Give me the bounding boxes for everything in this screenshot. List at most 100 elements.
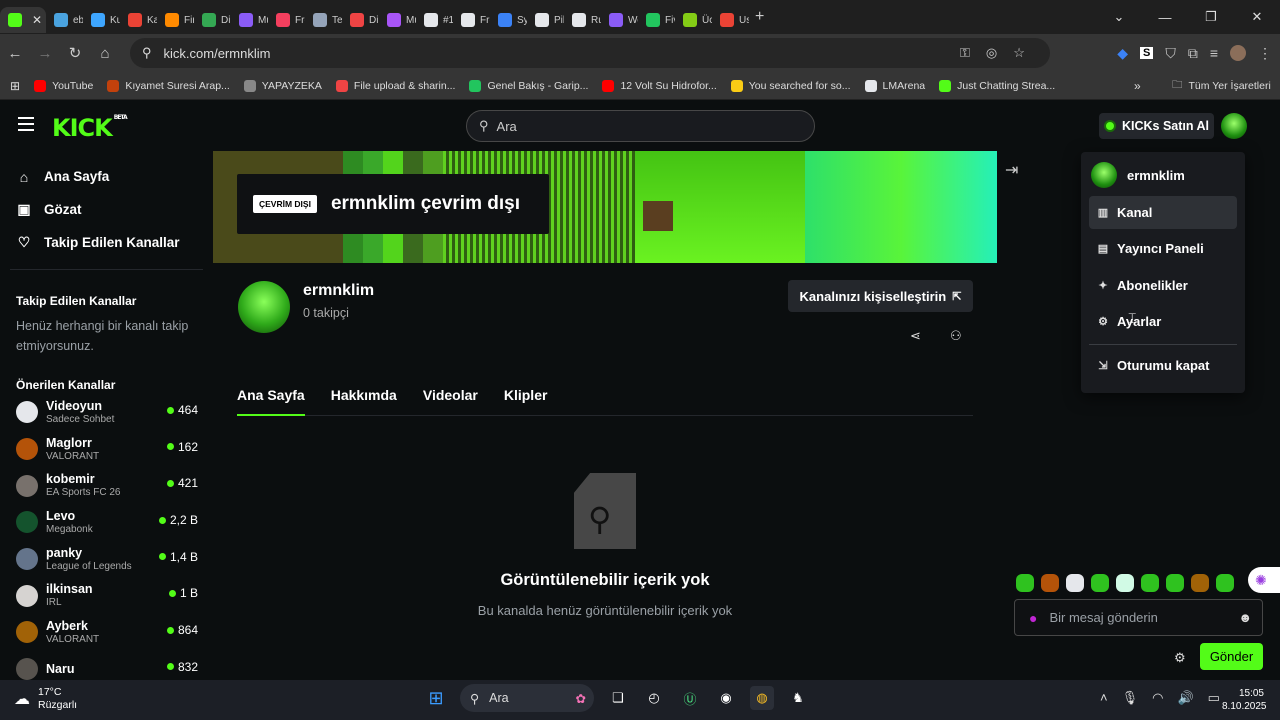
browser-tab[interactable]: Dik [194, 7, 231, 33]
bookmark-item[interactable]: 12 Volt Su Hidrofor... [602, 79, 717, 92]
browser-tab[interactable]: Dir [342, 7, 379, 33]
add-user-icon[interactable]: ⚇ [950, 328, 962, 344]
recommended-channel[interactable]: Videoyun Sadece Sohbet 464 [0, 394, 213, 431]
volume-icon[interactable]: 🔊 [1177, 690, 1193, 706]
emote-icon[interactable] [1191, 574, 1209, 592]
maximize-icon[interactable]: ❐ [1188, 0, 1234, 34]
search-input[interactable]: ⚲ Ara [466, 110, 815, 142]
emote-icon[interactable] [1066, 574, 1084, 592]
kick-logo[interactable]: KICK BETA [52, 114, 128, 142]
tracking-eye-icon[interactable]: ◎ [986, 45, 997, 61]
minimize-icon[interactable]: — [1142, 0, 1188, 34]
emote-icon[interactable] [1041, 574, 1059, 592]
browser-tab[interactable]: Fre [453, 7, 490, 33]
site-info-icon[interactable]: ⚲ [142, 45, 152, 61]
bookmark-item[interactable]: Kıyamet Suresi Arap... [107, 79, 230, 92]
sidebar-nav-item[interactable]: ⌂ Ana Sayfa [0, 160, 213, 193]
browser-tab[interactable]: Us [712, 7, 749, 33]
tray-chevron-icon[interactable]: ˄ [1100, 690, 1108, 706]
recommended-channel[interactable]: Levo Megabonk 2,2 B [0, 504, 213, 541]
browser-tab[interactable]: #1 [416, 7, 453, 33]
clock-app-icon[interactable]: ◴ [642, 686, 666, 710]
close-tab-icon[interactable]: ✕ [32, 13, 42, 27]
browser-tab[interactable]: Fiv [638, 7, 675, 33]
all-bookmarks-folder[interactable]: 🗀 Tüm Yer İşaretleri [1172, 77, 1271, 95]
recommended-channel[interactable]: ilkinsan IRL 1 B [0, 577, 213, 614]
utorrent-icon[interactable]: Ⓤ [678, 686, 702, 710]
browser-tab[interactable]: Üc [675, 7, 712, 33]
browser-tab[interactable]: We [601, 7, 638, 33]
browser-tab[interactable]: Fre [268, 7, 305, 33]
emote-icon[interactable] [1091, 574, 1109, 592]
tab-search-icon[interactable]: ⌄ [1096, 0, 1142, 34]
buy-kicks-button[interactable]: KICKs Satın Al [1099, 113, 1214, 139]
taskbar-clock[interactable]: 15:05 8.10.2025 [1222, 687, 1267, 713]
task-view-icon[interactable]: ❏ [606, 686, 630, 710]
close-window-icon[interactable]: ✕ [1234, 0, 1280, 34]
url-field[interactable]: ⚲ kick.com/ermnklim [130, 38, 1050, 68]
share-icon[interactable]: ⋖ [910, 328, 921, 344]
bookmark-item[interactable]: You searched for so... [730, 79, 851, 92]
browser-tab[interactable]: Ka [120, 7, 157, 33]
sidebar-nav-item[interactable]: ▣ Gözat [0, 193, 213, 226]
obs-icon[interactable]: ◉ [714, 686, 738, 710]
emote-icon[interactable] [1116, 574, 1134, 592]
browser-tab[interactable]: Syr [490, 7, 527, 33]
emote-icon[interactable] [1016, 574, 1034, 592]
mic-tray-icon[interactable]: 🎙 [1122, 690, 1139, 706]
browser-tab[interactable]: Pik [527, 7, 564, 33]
channel-tab[interactable]: Ana Sayfa [237, 384, 305, 416]
channel-tab[interactable]: Videolar [423, 384, 478, 416]
bookmark-item[interactable]: LMArena [864, 79, 925, 92]
browser-tab[interactable]: Ter [305, 7, 342, 33]
chat-message-input[interactable]: ● Bir mesaj gönderin ☻ [1014, 599, 1263, 636]
media-control-icon[interactable]: ≡ [1210, 45, 1218, 61]
chrome-icon[interactable]: ◍ [750, 686, 774, 710]
apps-grid-icon[interactable]: ⊞ [10, 79, 20, 93]
reload-icon[interactable]: ↻ [60, 44, 90, 62]
password-key-icon[interactable]: ⚿ [960, 45, 970, 61]
taskbar-search[interactable]: ⚲ Ara ✿ [460, 684, 594, 712]
dropdown-menu-item[interactable]: ✦ Abonelikler [1089, 269, 1237, 302]
chat-settings-icon[interactable]: ⚙ [1174, 650, 1186, 666]
extension-s-icon[interactable]: S [1139, 47, 1154, 59]
browser-tab[interactable]: Fir [157, 7, 194, 33]
game-app-icon[interactable]: ♞ [786, 686, 810, 710]
recommended-channel[interactable]: panky League of Legends 1,4 B [0, 541, 213, 578]
bookmark-item[interactable]: YouTube [34, 79, 93, 92]
dropdown-user-header[interactable]: ermnklim [1089, 158, 1237, 192]
browser-tab[interactable]: Mu [379, 7, 416, 33]
browser-tab[interactable]: Ru [564, 7, 601, 33]
browser-tab-active[interactable]: ✕ [0, 7, 46, 33]
battery-icon[interactable]: ▭ [1208, 690, 1220, 706]
bookmark-item[interactable]: Just Chatting Strea... [939, 79, 1055, 92]
dropdown-menu-item[interactable]: ▥ Kanal [1089, 195, 1237, 229]
emoji-icon[interactable]: ☻ [1238, 610, 1252, 625]
dropdown-menu-item[interactable]: ▤ Yayıncı Paneli [1089, 232, 1237, 265]
hamburger-menu-icon[interactable] [18, 117, 34, 131]
emote-icon[interactable] [1141, 574, 1159, 592]
browser-tab[interactable]: eb [46, 7, 83, 33]
weather-widget[interactable]: ☁ 17°C Rüzgarlı [14, 686, 77, 712]
sidebar-nav-item[interactable]: ♡ Takip Edilen Kanallar [0, 226, 213, 259]
emote-icon[interactable] [1216, 574, 1234, 592]
dropdown-menu-item[interactable]: ⚙ Ayarlar [1089, 305, 1237, 338]
extension-shield-icon[interactable]: ◆ [1117, 45, 1128, 62]
more-bookmarks-icon[interactable]: » [1134, 79, 1141, 93]
bookmark-item[interactable]: Genel Bakış - Garip... [469, 79, 588, 92]
extensions-puzzle-icon[interactable]: ⧉ [1188, 45, 1198, 62]
ai-brain-icon[interactable]: ✺ [1248, 567, 1280, 593]
recommended-channel[interactable]: Maglorr VALORANT 162 [0, 431, 213, 468]
expand-chat-icon[interactable]: ⇥ [1005, 160, 1018, 180]
home-browser-icon[interactable]: ⌂ [90, 45, 120, 62]
profile-icon[interactable] [1230, 45, 1246, 61]
user-avatar-button[interactable] [1221, 113, 1247, 139]
send-button[interactable]: Gönder [1200, 643, 1263, 670]
emote-icon[interactable] [1166, 574, 1184, 592]
browser-menu-icon[interactable]: ⋮ [1258, 45, 1272, 62]
back-icon[interactable]: ← [0, 45, 30, 62]
browser-tab[interactable]: Mu [231, 7, 268, 33]
logout-menu-item[interactable]: ⇲ Oturumu kapat [1089, 349, 1237, 382]
channel-tab[interactable]: Klipler [504, 384, 548, 416]
browser-tab[interactable]: Ku [83, 7, 120, 33]
